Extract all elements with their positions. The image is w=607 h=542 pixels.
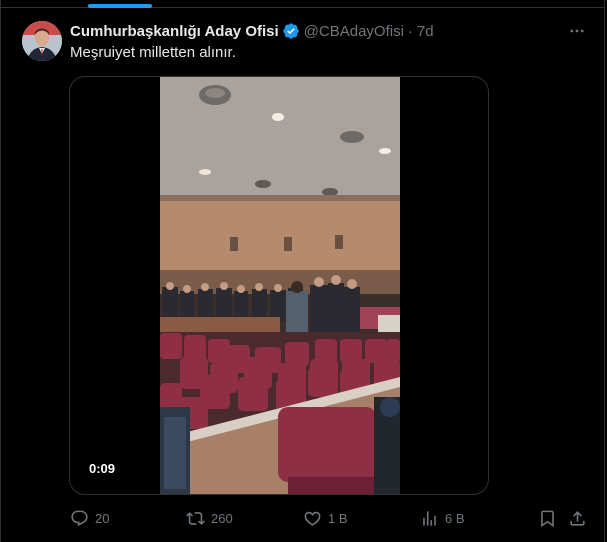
author-handle[interactable]: @CBAdayOfisi xyxy=(304,23,404,40)
author-avatar[interactable] xyxy=(22,21,62,61)
like-button[interactable]: 1 B xyxy=(303,506,348,530)
author-name[interactable]: Cumhurbaşkanlığı Aday Ofisi xyxy=(70,23,279,40)
tweet-header: Cumhurbaşkanlığı Aday Ofisi @CBAdayOfisi… xyxy=(70,21,434,41)
reply-icon xyxy=(71,510,88,526)
views-chart-icon xyxy=(423,510,436,526)
active-tab-indicator xyxy=(88,4,152,8)
bookmark-button[interactable] xyxy=(538,506,557,530)
reply-button[interactable]: 20 xyxy=(70,506,109,530)
tweet-text: Meşruiyet milletten alınır. xyxy=(70,44,236,61)
bookmark-icon xyxy=(541,510,554,527)
retweet-button[interactable]: 260 xyxy=(186,506,233,530)
video-player[interactable]: 0:09 xyxy=(69,76,489,495)
retweet-count: 260 xyxy=(211,510,233,526)
timeline-border-left xyxy=(0,0,1,542)
heart-icon xyxy=(304,511,321,526)
views-button[interactable]: 6 B xyxy=(420,506,465,530)
view-count: 6 B xyxy=(445,510,465,526)
tweet-action-bar: 20 260 1 B 6 B xyxy=(0,506,607,530)
reply-count: 20 xyxy=(95,510,110,526)
header-separator: · xyxy=(407,22,413,40)
more-options-icon[interactable] xyxy=(565,20,589,42)
share-button[interactable] xyxy=(568,506,587,530)
verified-badge-icon[interactable] xyxy=(282,22,300,40)
video-duration-badge: 0:09 xyxy=(83,459,122,478)
share-upload-icon xyxy=(570,510,585,526)
retweet-icon xyxy=(186,511,205,525)
person-avatar-icon xyxy=(22,21,62,61)
video-frame xyxy=(160,77,400,494)
tweet-timestamp[interactable]: 7d xyxy=(417,23,434,40)
timeline-border-right xyxy=(604,0,605,542)
like-count: 1 B xyxy=(328,510,348,526)
